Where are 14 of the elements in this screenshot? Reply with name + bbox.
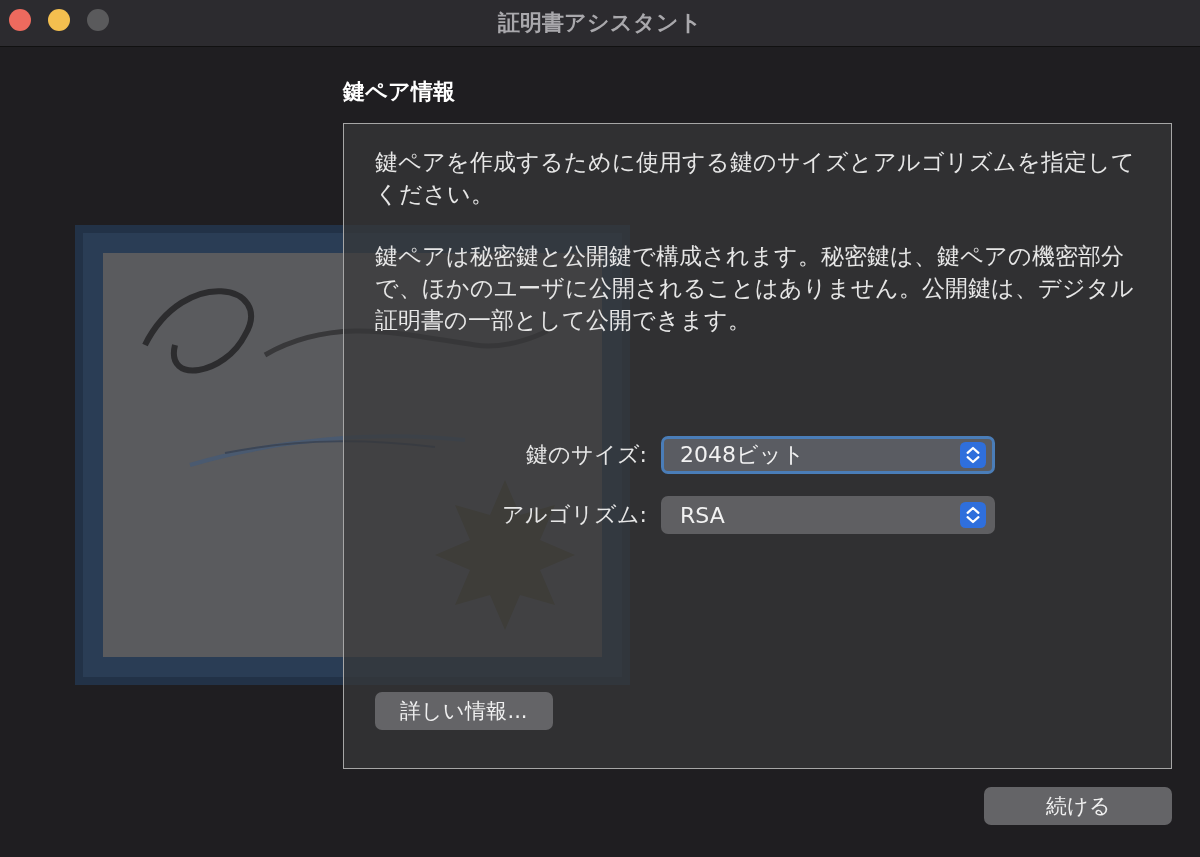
window-title: 証明書アシスタント [498, 9, 702, 37]
popup-button[interactable]: 2048ビット [661, 436, 995, 474]
field-label: 鍵のサイズ: [524, 441, 648, 469]
section-heading: 鍵ペア情報 [343, 78, 456, 106]
stepper-icon [960, 501, 986, 529]
close-icon[interactable] [9, 9, 31, 31]
description-text: 鍵ペアは秘密鍵と公開鍵で構成されます。秘密鍵は、鍵ペアの機密部分で、ほかのユーザに公開されることはありません。公開鍵は、デジタル証明書の一部として公開できます。 [375, 242, 1135, 335]
description-text: 鍵ペアを作成するために使用する鍵のサイズとアルゴリズムを指定してください。 [375, 148, 1136, 209]
minimize-icon[interactable] [48, 9, 70, 31]
stepper-icon [960, 441, 986, 469]
field-label: アルゴリズム: [500, 501, 648, 529]
details-button[interactable]: 詳しい情報... [375, 692, 553, 730]
continue-button[interactable]: 続ける [984, 787, 1172, 825]
popup-button[interactable]: RSA [661, 496, 995, 534]
